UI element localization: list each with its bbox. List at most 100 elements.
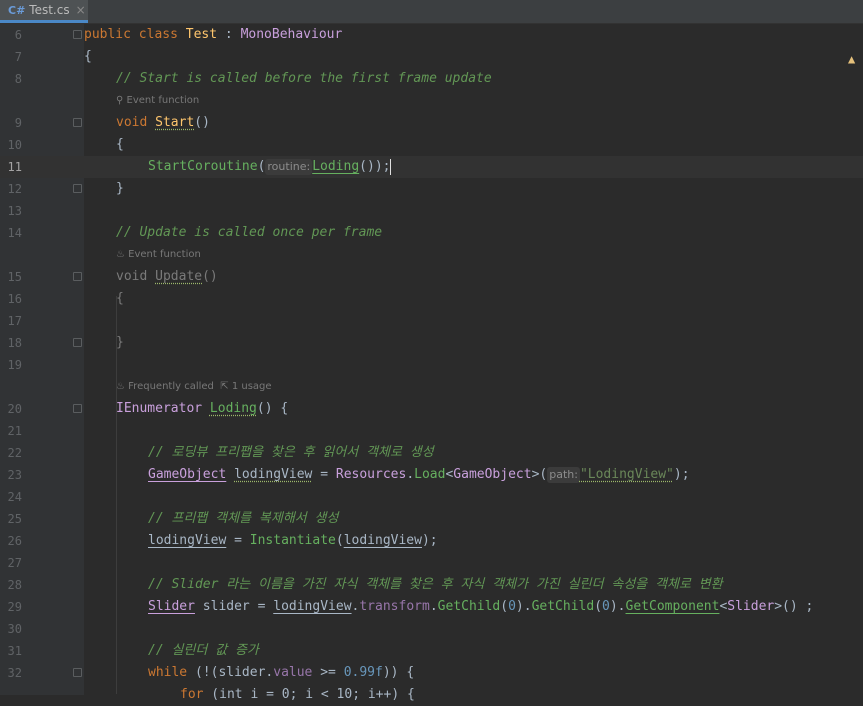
code-line[interactable]: 31 // 실린더 값 증가 <box>0 640 863 662</box>
comment: // Slider 라는 이름을 가진 자식 객체를 찾은 후 자식 객체가 가… <box>148 577 723 592</box>
line-number: 32 <box>7 666 22 680</box>
line-number: 11 <box>7 160 22 174</box>
code-text: } <box>116 335 124 350</box>
line-number: 12 <box>7 182 22 196</box>
line-number: 17 <box>7 314 22 328</box>
code-vision-hint[interactable]: ♨ Event function <box>0 244 863 266</box>
csharp-file-icon: C# <box>8 3 26 17</box>
code-line[interactable]: 22 // 로딩뷰 프리팹을 찾은 후 읽어서 객체로 생성 <box>0 442 863 464</box>
comment: // Update is called once per frame <box>116 225 383 240</box>
code-line[interactable]: 17 <box>0 310 863 332</box>
line-number: 15 <box>7 270 22 284</box>
code-line[interactable]: 26 lodingView = Instantiate(lodingView); <box>0 530 863 552</box>
code-line[interactable]: 14 // Update is called once per frame <box>0 222 863 244</box>
code-line-current[interactable]: 11 StartCoroutine(routine: Loding()); <box>0 156 863 178</box>
comment: // 실린더 값 증가 <box>148 643 259 658</box>
code-line[interactable]: 6 public class Test : MonoBehaviour <box>0 24 863 46</box>
code-vision-hint[interactable]: ♨ Frequently called ⇱ 1 usage <box>0 376 863 398</box>
code-line[interactable]: 28 // Slider 라는 이름을 가진 자식 객체를 찾은 후 자식 객체… <box>0 574 863 596</box>
code-text: { <box>116 291 124 306</box>
parameter-hint: path: <box>547 467 580 483</box>
code-line[interactable]: 13 <box>0 200 863 222</box>
line-number: 31 <box>7 644 22 658</box>
code-line[interactable]: 30 <box>0 618 863 640</box>
line-number: 19 <box>7 358 22 372</box>
line-number: 10 <box>7 138 22 152</box>
comment: // 로딩뷰 프리팹을 찾은 후 읽어서 객체로 생성 <box>148 445 434 460</box>
code-text: IEnumerator Loding() { <box>116 401 289 416</box>
code-line[interactable]: 7 { <box>0 46 863 68</box>
fold-icon[interactable] <box>73 272 82 281</box>
code-line[interactable]: 27 <box>0 552 863 574</box>
line-number: 22 <box>7 446 22 460</box>
code-text: Slider slider = lodingView.transform.Get… <box>148 599 814 614</box>
text-caret <box>390 158 392 175</box>
fold-icon[interactable] <box>73 184 82 193</box>
code-text: while (!(slider.value >= 0.99f)) { <box>148 665 415 680</box>
line-number: 27 <box>7 556 22 570</box>
code-line[interactable]: 23 GameObject lodingView = Resources.Loa… <box>0 464 863 486</box>
line-number: 21 <box>7 424 22 438</box>
parameter-hint: routine: <box>265 159 313 175</box>
fold-icon[interactable] <box>73 404 82 413</box>
comment: // Start is called before the first fram… <box>116 71 492 86</box>
line-number: 20 <box>7 402 22 416</box>
line-number: 24 <box>7 490 22 504</box>
code-line[interactable]: 16 { <box>0 288 863 310</box>
fold-icon[interactable] <box>73 338 82 347</box>
code-line[interactable]: 15 void Update() <box>0 266 863 288</box>
code-line[interactable]: 29 Slider slider = lodingView.transform.… <box>0 596 863 618</box>
code-text: lodingView = Instantiate(lodingView); <box>148 533 438 548</box>
code-line[interactable]: 32 while (!(slider.value >= 0.99f)) { <box>0 662 863 684</box>
code-line-partial[interactable]: for (int i = 0; i < 10; i++) { <box>0 684 863 706</box>
code-text: for (int i = 0; i < 10; i++) { <box>180 687 415 702</box>
line-number: 26 <box>7 534 22 548</box>
line-number: 14 <box>7 226 22 240</box>
frequently-called-hint[interactable]: ♨ Frequently called ⇱ 1 usage <box>116 376 272 398</box>
code-text: { <box>116 137 124 152</box>
line-number: 23 <box>7 468 22 482</box>
line-number: 9 <box>14 116 22 130</box>
event-function-hint[interactable]: ♨ Event function <box>116 244 201 266</box>
line-number: 25 <box>7 512 22 526</box>
code-text: GameObject lodingView = Resources.Load<G… <box>148 467 690 483</box>
code-text: { <box>84 49 92 64</box>
usage-icon: ⇱ <box>220 381 229 392</box>
code-text: } <box>116 181 124 196</box>
line-number: 30 <box>7 622 22 636</box>
code-line[interactable]: 19 <box>0 354 863 376</box>
code-line[interactable]: 25 // 프리팹 객체를 복제해서 생성 <box>0 508 863 530</box>
comment: // 프리팹 객체를 복제해서 생성 <box>148 511 339 526</box>
line-number: 18 <box>7 336 22 350</box>
fold-icon[interactable] <box>73 118 82 127</box>
tab-filename: Test.cs <box>29 3 70 17</box>
usage-count: 1 usage <box>231 381 272 392</box>
code-line[interactable]: 8 // Start is called before the first fr… <box>0 68 863 90</box>
line-number: 29 <box>7 600 22 614</box>
editor-tab-bar: C# Test.cs × <box>0 0 863 24</box>
code-editor[interactable]: ▲ 6 public class Test : MonoBehaviour 7 … <box>0 24 863 702</box>
fold-icon[interactable] <box>73 668 82 677</box>
fold-icon[interactable] <box>73 30 82 39</box>
code-line[interactable]: 20 IEnumerator Loding() { <box>0 398 863 420</box>
code-line[interactable]: 18 } <box>0 332 863 354</box>
close-icon[interactable]: × <box>76 3 86 17</box>
line-number: 16 <box>7 292 22 306</box>
code-text: public class Test : MonoBehaviour <box>84 27 343 42</box>
code-vision-hint[interactable]: ⚲ Event function <box>0 90 863 112</box>
line-number: 8 <box>14 72 22 86</box>
code-text: void Update() <box>116 269 218 284</box>
line-number: 7 <box>14 50 22 64</box>
tab-test-cs[interactable]: C# Test.cs × <box>0 0 88 23</box>
event-function-hint[interactable]: ⚲ Event function <box>116 90 199 112</box>
line-number: 13 <box>7 204 22 218</box>
line-number: 6 <box>14 28 22 42</box>
code-line[interactable]: 12 } <box>0 178 863 200</box>
line-number: 28 <box>7 578 22 592</box>
code-line[interactable]: 24 <box>0 486 863 508</box>
code-line[interactable]: 21 <box>0 420 863 442</box>
code-text: void Start() <box>116 115 210 130</box>
code-line[interactable]: 10 { <box>0 134 863 156</box>
code-line[interactable]: 9 void Start() <box>0 112 863 134</box>
code-text: StartCoroutine(routine: Loding()); <box>148 158 392 175</box>
